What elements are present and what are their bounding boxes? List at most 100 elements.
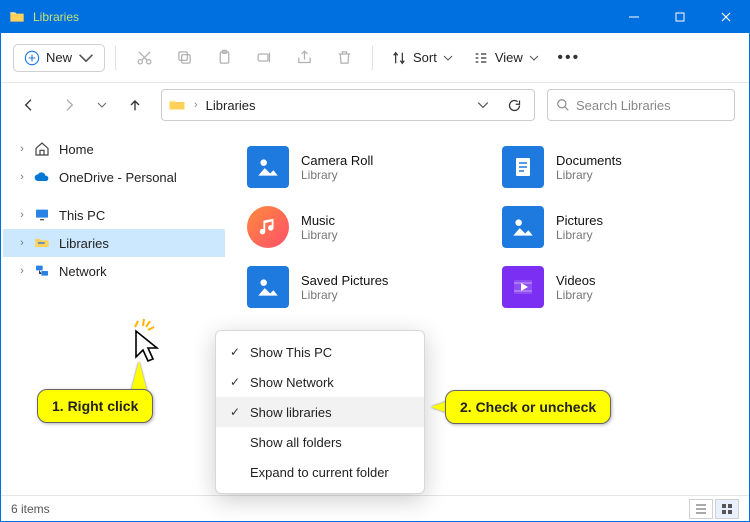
video-icon [502, 266, 544, 308]
sidebar-item-home[interactable]: › Home [3, 135, 225, 163]
library-item[interactable]: PicturesLibrary [498, 199, 733, 255]
item-sub: Library [556, 288, 596, 302]
window-title: Libraries [33, 10, 611, 24]
context-menu: ✓ Show This PC ✓ Show Network ✓ Show librar… [215, 330, 425, 494]
library-item[interactable]: MusicLibrary [243, 199, 478, 255]
item-name: Music [301, 213, 338, 228]
check-icon: ✓ [226, 375, 244, 389]
more-button[interactable]: ••• [551, 42, 587, 74]
command-bar: New Sort View ••• [1, 33, 749, 83]
library-item[interactable]: DocumentsLibrary [498, 139, 733, 195]
item-count: 6 items [11, 502, 50, 516]
library-item[interactable]: VideosLibrary [498, 259, 733, 315]
sort-button[interactable]: Sort [383, 46, 461, 70]
details-view-button[interactable] [689, 499, 713, 519]
folder-icon [168, 96, 186, 114]
expand-icon[interactable]: › [15, 143, 29, 155]
ctx-show-all-folders[interactable]: Show all folders [216, 427, 424, 457]
new-button[interactable]: New [13, 44, 105, 72]
view-icon [473, 50, 489, 66]
libraries-icon [33, 234, 51, 252]
title-bar: Libraries [1, 1, 749, 33]
item-sub: Library [301, 168, 373, 182]
picture-icon [247, 146, 289, 188]
ctx-label: Show libraries [250, 405, 332, 420]
expand-icon[interactable]: › [15, 209, 29, 221]
item-name: Documents [556, 153, 622, 168]
copy-button [166, 42, 202, 74]
sidebar-item-network[interactable]: › Network [3, 257, 225, 285]
item-sub: Library [301, 228, 338, 242]
view-button[interactable]: View [465, 46, 547, 70]
cloud-icon [33, 168, 51, 186]
item-name: Camera Roll [301, 153, 373, 168]
ctx-expand-to-current[interactable]: Expand to current folder [216, 457, 424, 487]
sidebar-item-onedrive[interactable]: › OneDrive - Personal [3, 163, 225, 191]
expand-icon[interactable]: › [15, 237, 29, 249]
home-icon [33, 140, 51, 158]
maximize-button[interactable] [657, 1, 703, 33]
ctx-label: Show all folders [250, 435, 342, 450]
sidebar-item-thispc[interactable]: › This PC [3, 201, 225, 229]
share-button [286, 42, 322, 74]
navigation-pane[interactable]: › Home › OneDrive - Personal › This PC ›… [1, 127, 227, 495]
view-label: View [495, 50, 523, 65]
address-chevron[interactable] [473, 99, 493, 111]
item-sub: Library [301, 288, 388, 302]
library-item[interactable]: Camera RollLibrary [243, 139, 478, 195]
sidebar-item-libraries[interactable]: › Libraries [3, 229, 225, 257]
large-icons-view-button[interactable] [715, 499, 739, 519]
cut-button [126, 42, 162, 74]
item-name: Saved Pictures [301, 273, 388, 288]
cursor-annotation [126, 317, 166, 365]
up-button[interactable] [121, 91, 149, 119]
ctx-label: Show This PC [250, 345, 332, 360]
minimize-button[interactable] [611, 1, 657, 33]
sidebar-item-label: Network [59, 264, 107, 279]
annotation-step1: 1. Right click [37, 389, 153, 423]
picture-icon [502, 206, 544, 248]
network-icon [33, 262, 51, 280]
expand-icon[interactable]: › [15, 265, 29, 277]
item-name: Pictures [556, 213, 603, 228]
search-box[interactable]: Search Libraries [547, 89, 735, 121]
forward-button [55, 91, 83, 119]
check-icon: ✓ [226, 345, 244, 359]
sort-label: Sort [413, 50, 437, 65]
refresh-button[interactable] [501, 98, 528, 113]
new-label: New [46, 50, 72, 65]
ctx-show-this-pc[interactable]: ✓ Show This PC [216, 337, 424, 367]
sidebar-item-label: This PC [59, 208, 105, 223]
close-button[interactable] [703, 1, 749, 33]
sidebar-item-label: OneDrive - Personal [59, 170, 177, 185]
search-placeholder: Search Libraries [576, 98, 671, 113]
separator [115, 46, 116, 70]
address-text: Libraries [206, 98, 256, 113]
item-name: Videos [556, 273, 596, 288]
expand-icon[interactable]: › [15, 171, 29, 183]
pc-icon [33, 206, 51, 224]
chevron-down-icon [78, 50, 94, 66]
item-sub: Library [556, 228, 603, 242]
document-icon [502, 146, 544, 188]
item-sub: Library [556, 168, 622, 182]
address-bar[interactable]: › Libraries [161, 89, 535, 121]
annotation-step2: 2. Check or uncheck [445, 390, 611, 424]
navigation-row: › Libraries Search Libraries [1, 83, 749, 127]
search-icon [556, 98, 570, 112]
ctx-label: Show Network [250, 375, 334, 390]
check-icon: ✓ [226, 405, 244, 419]
rename-button [246, 42, 282, 74]
library-item[interactable]: Saved PicturesLibrary [243, 259, 478, 315]
back-button[interactable] [15, 91, 43, 119]
delete-button [326, 42, 362, 74]
separator [372, 46, 373, 70]
chevron-right-icon: › [194, 99, 198, 111]
ctx-show-network[interactable]: ✓ Show Network [216, 367, 424, 397]
recent-chevron[interactable] [95, 91, 109, 119]
chevron-down-icon [529, 53, 539, 63]
ctx-show-libraries[interactable]: ✓ Show libraries [216, 397, 424, 427]
music-icon [247, 206, 289, 248]
chevron-down-icon [443, 53, 453, 63]
sidebar-item-label: Home [59, 142, 94, 157]
